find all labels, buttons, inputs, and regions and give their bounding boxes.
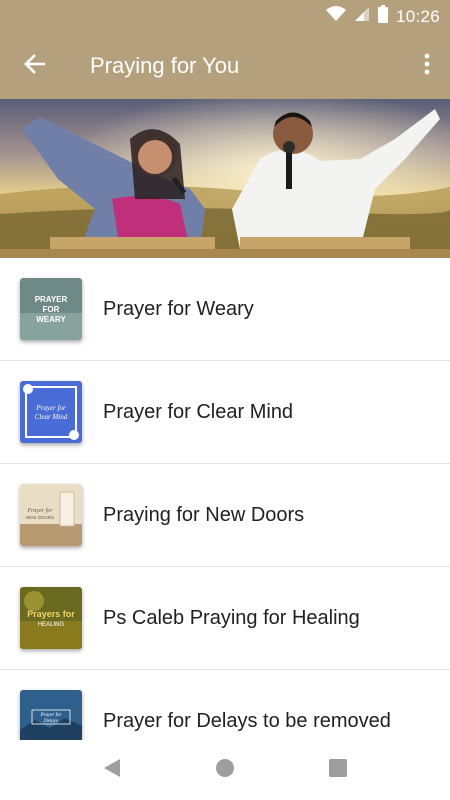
thumbnail-text: WEARY [36, 315, 66, 324]
nav-recents-button[interactable] [326, 758, 350, 782]
back-triangle-icon [102, 757, 122, 784]
thumbnail-text: Prayer for [35, 404, 66, 412]
nav-back-button[interactable] [100, 758, 124, 782]
list-item-title: Praying for New Doors [103, 504, 305, 526]
recents-square-icon [328, 758, 348, 783]
thumbnail-text: HEALING [38, 622, 65, 628]
hero-image [0, 99, 450, 258]
status-icons: 10:26 [325, 0, 440, 33]
battery-icon [377, 5, 388, 28]
list-item-title: Prayer for Weary [103, 298, 254, 320]
list-item[interactable]: Prayer for Clear Mind Prayer for Clear M… [0, 361, 450, 464]
thumbnail-text: Delays [43, 719, 58, 724]
thumbnail-text: Prayers for [27, 609, 75, 619]
thumbnail-text: PRAYER [35, 295, 68, 304]
nav-home-button[interactable] [213, 758, 237, 782]
list-item-title: Prayer for Delays to be removed [103, 710, 391, 732]
list-item-title: Ps Caleb Praying for Healing [103, 607, 360, 629]
prayer-list: PRAYER FOR WEARY Prayer for Weary Prayer… [0, 258, 450, 740]
list-item[interactable]: PRAYER FOR WEARY Prayer for Weary [0, 258, 450, 361]
wifi-icon [325, 6, 346, 27]
thumbnail-text: FOR [43, 305, 60, 314]
page-title: Praying for You [90, 53, 240, 78]
status-time: 10:26 [395, 6, 440, 26]
thumbnail-text: NEW DOORS [26, 515, 54, 520]
list-item[interactable]: Prayer for NEW DOORS Praying for New Doo… [0, 464, 450, 567]
thumbnail-text: Prayer for [40, 713, 62, 718]
thumbnail-text: Clear Mind [35, 413, 68, 421]
overflow-menu-button[interactable] [418, 50, 436, 82]
thumbnail-image: PRAYER FOR WEARY [20, 278, 82, 340]
more-vert-icon [424, 53, 430, 80]
thumbnail-text: Prayer for [26, 507, 53, 514]
list-item[interactable]: Prayers for HEALING Ps Caleb Praying for… [0, 567, 450, 670]
status-bar: 10:26 [0, 0, 450, 33]
cell-signal-icon [354, 6, 370, 27]
thumbnail-image: Prayer for Clear Mind [20, 381, 82, 443]
list-item-title: Prayer for Clear Mind [103, 401, 294, 423]
list-item[interactable]: Prayer for Delays Prayer for Delays to b… [0, 670, 450, 740]
home-circle-icon [215, 758, 235, 783]
thumbnail-image: Prayer for NEW DOORS [20, 484, 82, 546]
thumbnail-image: Prayer for Delays [20, 690, 82, 740]
thumbnail-image: Prayers for HEALING [20, 587, 82, 649]
app-bar: Praying for You [0, 33, 450, 99]
back-button[interactable] [18, 50, 50, 82]
system-nav-bar [0, 740, 450, 800]
arrow-back-icon [23, 53, 46, 80]
